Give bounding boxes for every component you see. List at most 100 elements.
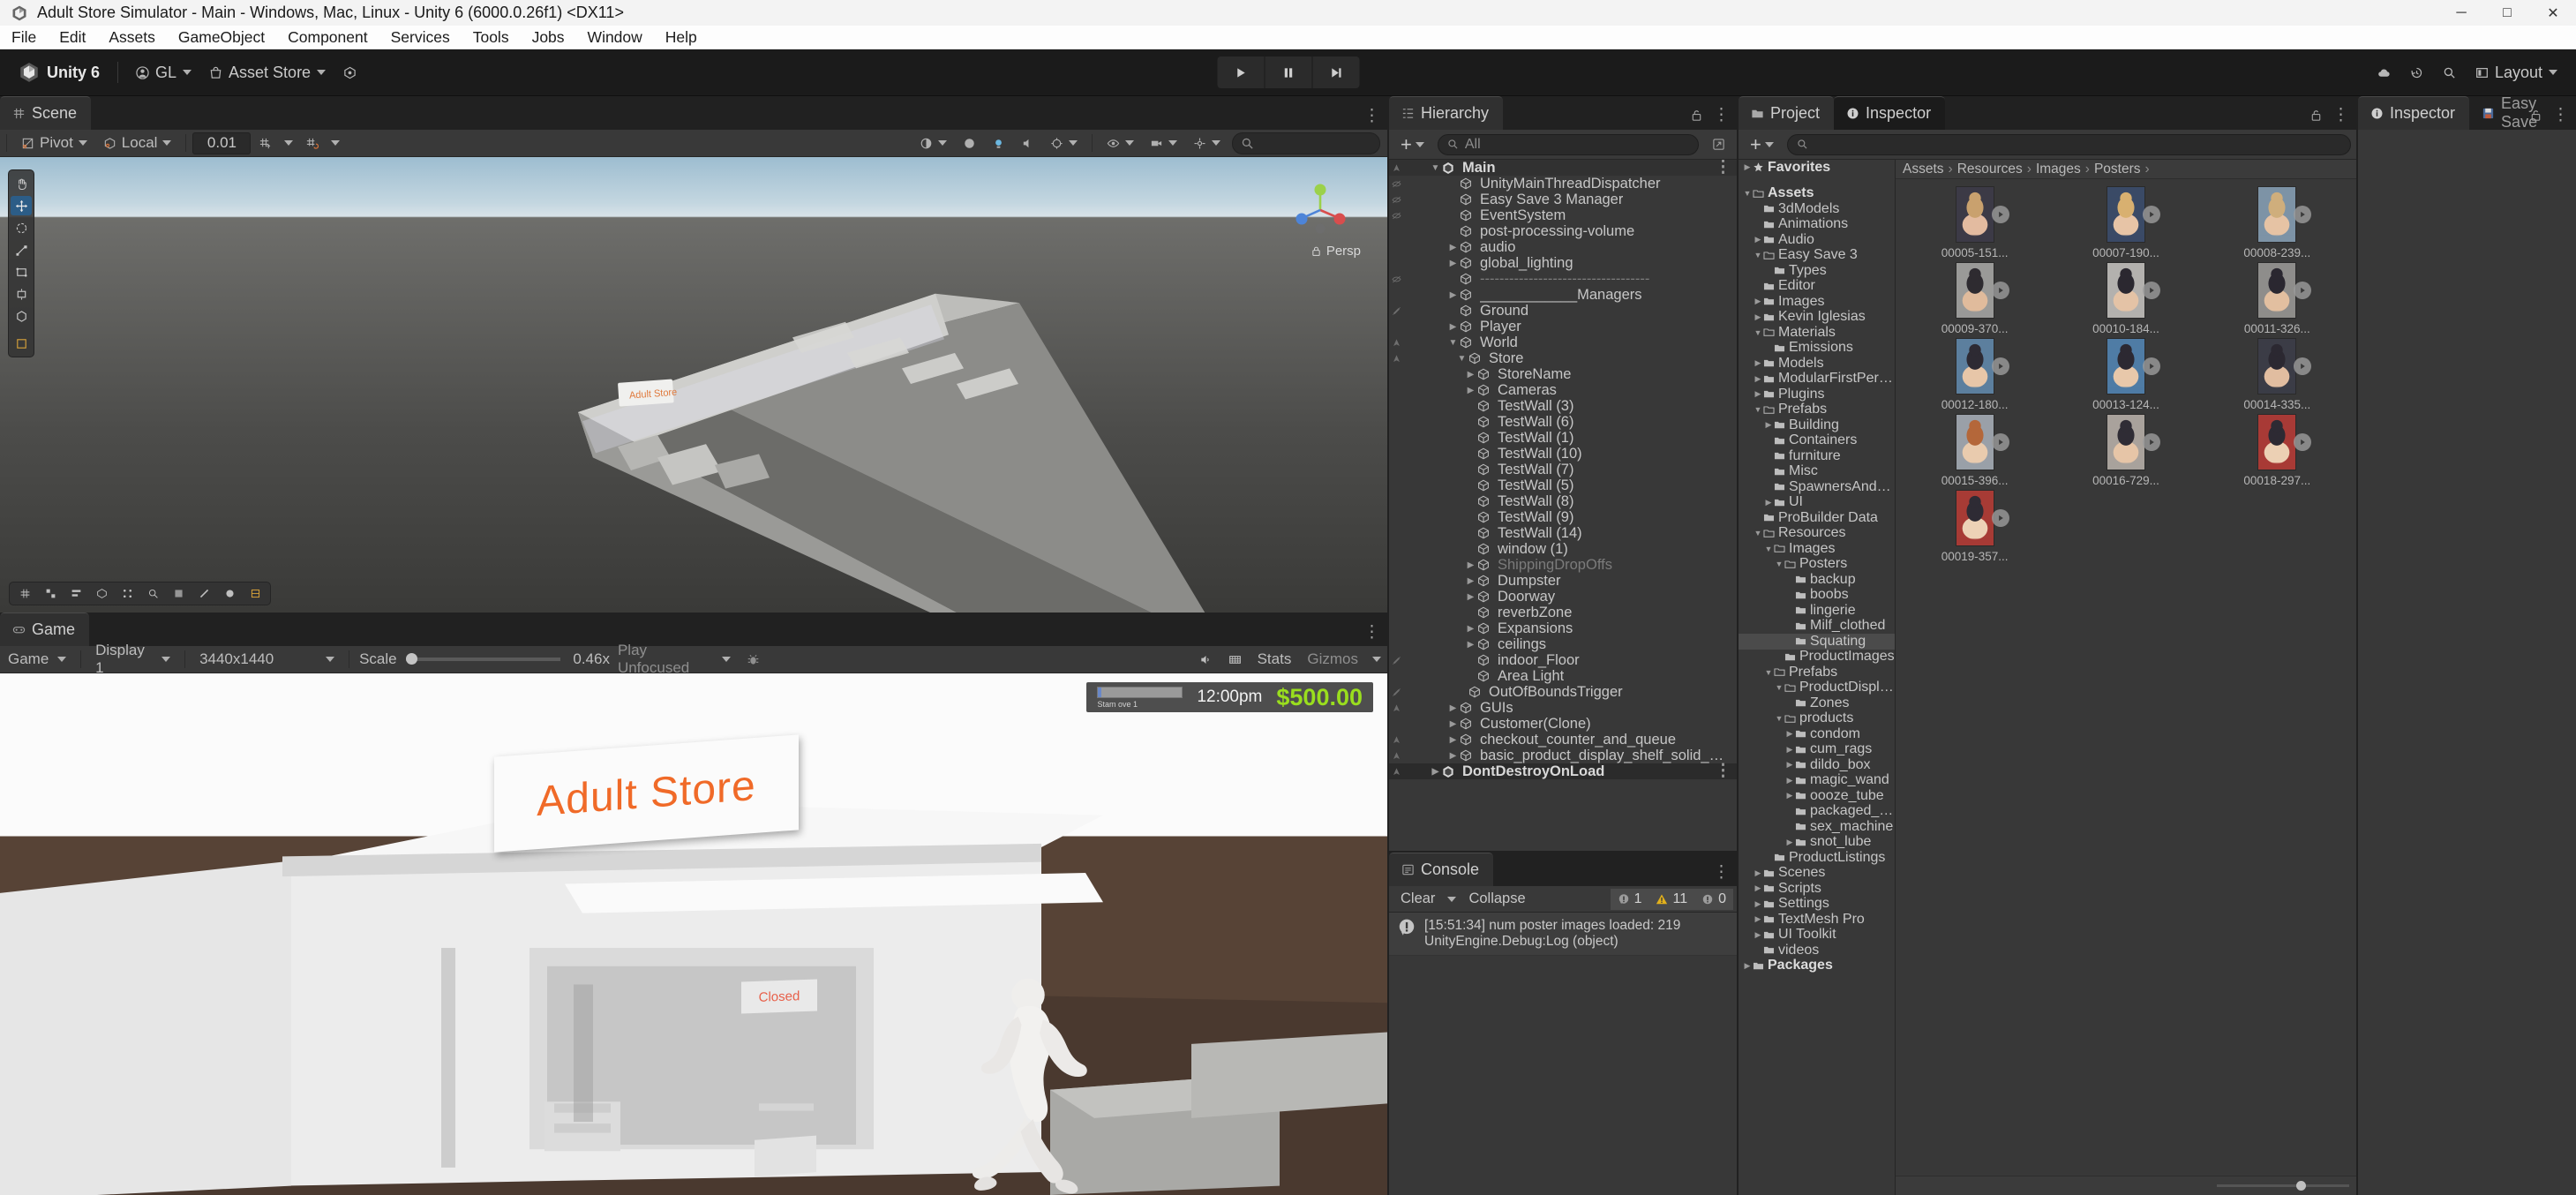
asset-item[interactable]: 00005-151... xyxy=(1899,186,2050,259)
asset-thumbnail[interactable] xyxy=(2257,414,2312,470)
chevron-right-icon[interactable]: ▶ xyxy=(1753,235,1763,244)
project-tree-row[interactable]: ▶ Models xyxy=(1739,356,1895,372)
asset-preview-play-icon[interactable] xyxy=(1991,206,2009,223)
hierarchy-row-menu-icon[interactable]: ⋮ xyxy=(1715,160,1731,176)
hierarchy-search-input[interactable]: All xyxy=(1437,133,1699,155)
grid-snap-button[interactable] xyxy=(251,132,280,154)
menu-edit[interactable]: Edit xyxy=(48,26,97,49)
project-tree-row[interactable]: ▶ UI Toolkit xyxy=(1739,927,1895,943)
snap-increment-dropdown[interactable] xyxy=(327,132,344,154)
project-menu-icon[interactable]: ⋮ xyxy=(2332,107,2349,124)
project-tree-row[interactable]: ▶ cum_rags xyxy=(1739,741,1895,758)
asset-preview-play-icon[interactable] xyxy=(1991,282,2009,299)
overlay-face-toggle[interactable] xyxy=(166,584,191,603)
project-tree-row[interactable]: ▼ Assets xyxy=(1739,185,1895,202)
project-tree-row[interactable]: ▶ Milf_clothed xyxy=(1739,618,1895,635)
project-tree-row[interactable]: ▶ Scripts xyxy=(1739,881,1895,897)
play-button[interactable] xyxy=(1217,56,1264,88)
asset-thumbnail[interactable] xyxy=(1955,186,2009,243)
scene-search-input[interactable] xyxy=(1232,132,1380,154)
overlay-probuilder-toggle[interactable] xyxy=(89,584,114,603)
project-tree-row[interactable] xyxy=(1739,176,1895,186)
layout-button[interactable]: Layout xyxy=(2467,56,2565,88)
asset-thumbnail[interactable] xyxy=(2257,186,2312,243)
project-tree-row[interactable]: ▶ Editor xyxy=(1739,278,1895,295)
tab-console[interactable]: Console xyxy=(1389,853,1494,886)
chevron-down-icon[interactable]: ▼ xyxy=(1763,668,1774,677)
asset-preview-play-icon[interactable] xyxy=(2294,433,2312,451)
menu-tools[interactable]: Tools xyxy=(462,26,521,49)
game-gizmos-button[interactable]: Gizmos xyxy=(1299,649,1366,671)
project-tree-row[interactable]: ▶ Misc xyxy=(1739,463,1895,480)
breadcrumb-item[interactable]: Images xyxy=(2036,162,2081,177)
hierarchy-row[interactable]: ▶ checkout_counter_and_queue xyxy=(1389,732,1737,748)
scene-shading-button[interactable] xyxy=(912,132,955,154)
tool-rotate[interactable] xyxy=(11,218,32,237)
chevron-down-icon[interactable]: ▼ xyxy=(1753,328,1763,337)
chevron-down-icon[interactable]: ▼ xyxy=(1774,560,1784,568)
breadcrumb-item[interactable]: Posters xyxy=(2094,162,2141,177)
chevron-right-icon[interactable]: ▶ xyxy=(1742,961,1753,971)
hierarchy-row[interactable]: ▶ global_lighting xyxy=(1389,255,1737,271)
scene-audio-button[interactable] xyxy=(1013,132,1042,154)
thumbnail-slider-handle[interactable] xyxy=(2296,1181,2306,1191)
chevron-down-icon[interactable]: ▼ xyxy=(1774,683,1784,692)
breadcrumb-item[interactable]: Assets xyxy=(1903,162,1944,177)
project-tree-row[interactable]: ▼ Resources xyxy=(1739,525,1895,542)
project-tree-row[interactable]: ▼ Easy Save 3 xyxy=(1739,247,1895,264)
hierarchy-tree[interactable]: ▼ Main ⋮ ▶ UnityMainThreadDispatcher ▶ Easy Sa… xyxy=(1389,160,1737,851)
project-folder-tree[interactable]: ▶ Favorites ▼ Assets ▶ 3dModels ▶ Animations ▶ Au… xyxy=(1739,160,1896,1195)
unity-version-button[interactable]: Unity 6 xyxy=(9,56,109,88)
menu-component[interactable]: Component xyxy=(276,26,379,49)
hierarchy-row[interactable]: ▶ ____________Managers xyxy=(1389,287,1737,303)
chevron-right-icon[interactable]: ▶ xyxy=(1784,776,1795,785)
asset-thumbnail[interactable] xyxy=(1955,262,2009,319)
overlay-align-toggle[interactable] xyxy=(64,584,88,603)
scene-vis-button[interactable] xyxy=(1099,132,1142,154)
chevron-right-icon[interactable]: ▶ xyxy=(1753,358,1763,368)
hierarchy-row[interactable]: ▶ OutOfBoundsTrigger xyxy=(1389,684,1737,700)
hierarchy-row-menu-icon[interactable]: ⋮ xyxy=(1715,763,1731,779)
asset-thumbnail[interactable] xyxy=(2106,338,2160,395)
project-tree-row[interactable]: ▼ Posters xyxy=(1739,556,1895,573)
game-scale-slider[interactable] xyxy=(405,653,561,665)
tab-game[interactable]: Game xyxy=(0,613,90,646)
hierarchy-row[interactable]: ▶ Cameras xyxy=(1389,382,1737,398)
project-tree-row[interactable]: ▶ lingerie xyxy=(1739,603,1895,619)
asset-preview-play-icon[interactable] xyxy=(2142,206,2160,223)
chevron-right-icon[interactable]: ▶ xyxy=(1784,791,1795,800)
grid-snap-dropdown[interactable] xyxy=(280,132,297,154)
hierarchy-row[interactable]: ▶ UnityMainThreadDispatcher xyxy=(1389,176,1737,192)
chevron-right-icon[interactable]: ▶ xyxy=(1753,389,1763,399)
hierarchy-row[interactable]: ▶ TestWall (1) xyxy=(1389,430,1737,446)
overlay-edge-toggle[interactable] xyxy=(192,584,216,603)
chevron-right-icon[interactable]: ▶ xyxy=(1430,767,1441,777)
asset-preview-play-icon[interactable] xyxy=(2142,433,2160,451)
hierarchy-row[interactable]: ▶ StoreName xyxy=(1389,366,1737,382)
snap-increment-button[interactable] xyxy=(297,132,327,154)
lock-icon[interactable] xyxy=(2529,109,2542,122)
project-tree-row[interactable]: ▶ Building xyxy=(1739,417,1895,433)
hierarchy-row[interactable]: ▶ basic_product_display_shelf_solid_backe… xyxy=(1389,748,1737,763)
project-tree-row[interactable]: ▶ Packages xyxy=(1739,958,1895,974)
tab-project[interactable]: Project xyxy=(1739,96,1835,130)
hierarchy-row[interactable]: ▶ ShippingDropOffs xyxy=(1389,557,1737,573)
console-error-count[interactable]: 1 xyxy=(1610,888,1649,910)
hierarchy-row[interactable]: ▼ World xyxy=(1389,334,1737,350)
console-menu-icon[interactable]: ⋮ xyxy=(1713,864,1730,881)
project-tree-row[interactable]: ▶ 3dModels xyxy=(1739,201,1895,217)
project-tree-row[interactable]: ▼ Images xyxy=(1739,541,1895,557)
project-tree-row[interactable]: ▶ TextMesh Pro xyxy=(1739,912,1895,928)
chevron-right-icon[interactable]: ▶ xyxy=(1447,259,1459,268)
menu-gameobject[interactable]: GameObject xyxy=(167,26,276,49)
chevron-down-icon[interactable]: ▼ xyxy=(1456,354,1468,364)
console-clear-button[interactable]: Clear xyxy=(1393,889,1443,910)
project-tree-row[interactable]: ▶ Settings xyxy=(1739,896,1895,913)
chevron-down-icon[interactable]: ▼ xyxy=(1753,405,1763,414)
chevron-down-icon[interactable]: ▼ xyxy=(1742,189,1753,198)
scene-view[interactable]: Adult Store Persp xyxy=(0,157,1387,613)
tab-scene[interactable]: Scene xyxy=(0,96,92,130)
chevron-right-icon[interactable]: ▶ xyxy=(1742,162,1753,172)
hierarchy-row[interactable]: ▶ Expansions xyxy=(1389,620,1737,636)
hierarchy-row[interactable]: ▶ GUIs xyxy=(1389,700,1737,716)
